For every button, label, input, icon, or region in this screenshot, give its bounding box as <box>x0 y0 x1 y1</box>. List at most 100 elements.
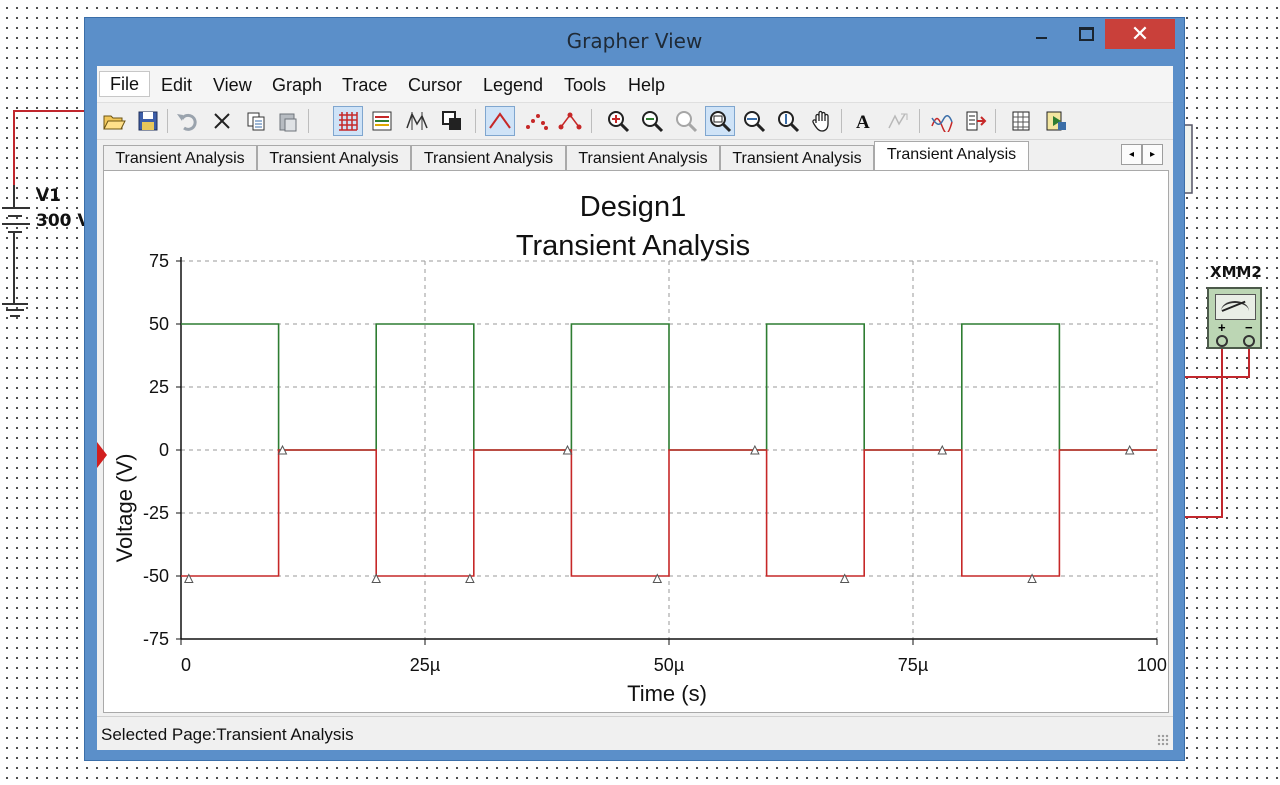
chevron-right-icon: ▸ <box>1149 149 1156 160</box>
source-name-label: V1 <box>36 186 61 206</box>
trace-properties-icon[interactable] <box>927 106 957 136</box>
cut-icon[interactable] <box>207 106 237 136</box>
x-tick-label: 75µ <box>898 655 928 675</box>
toolbar-separator <box>167 109 168 133</box>
y-tick-label: -25 <box>143 503 169 523</box>
x-tick-label: 25µ <box>410 655 440 675</box>
close-icon: ✕ <box>1130 21 1150 46</box>
meter-face-icon <box>1215 294 1256 320</box>
menu-tools[interactable]: Tools <box>562 73 608 97</box>
y-tick-label: -75 <box>143 629 169 649</box>
series-markers <box>183 444 1135 584</box>
line-trace-icon[interactable] <box>485 106 515 136</box>
copy-icon[interactable] <box>241 106 271 136</box>
menu-bar: File Edit View Graph Trace Cursor Legend… <box>97 66 1173 103</box>
toolbar-separator <box>919 109 920 133</box>
tab-transient-analysis-3[interactable]: Transient Analysis <box>411 145 566 170</box>
tab-transient-analysis-4[interactable]: Transient Analysis <box>566 145 720 170</box>
export-icon[interactable] <box>961 106 991 136</box>
print-preview-icon[interactable] <box>1007 106 1037 136</box>
save-icon[interactable] <box>133 106 163 136</box>
tab-transient-analysis-5[interactable]: Transient Analysis <box>720 145 874 170</box>
x-tick-label: 100µ <box>1137 655 1168 675</box>
legend-icon[interactable] <box>367 106 397 136</box>
y-tick-label: 50 <box>149 314 169 334</box>
y-tick-label: 75 <box>149 251 169 271</box>
dots-trace-icon[interactable] <box>521 106 551 136</box>
title-bar[interactable]: Grapher View ✕ <box>85 18 1184 66</box>
zoom-out-icon[interactable] <box>637 106 667 136</box>
y-tick-label: -50 <box>143 566 169 586</box>
y-axis-label: Voltage (V) <box>112 454 137 563</box>
x-axis-label: Time (s) <box>627 681 707 706</box>
tab-transient-analysis-6[interactable]: Transient Analysis <box>874 141 1029 171</box>
meter-plus-label: + <box>1218 320 1226 335</box>
axes <box>176 257 1158 645</box>
chart-title: Design1 <box>580 191 686 223</box>
svg-text:A: A <box>856 112 870 132</box>
paste-icon[interactable] <box>273 106 303 136</box>
x-tick-label: 0 <box>181 655 191 675</box>
grid-icon[interactable] <box>333 106 363 136</box>
tab-scroll-right-button[interactable]: ▸ <box>1142 144 1163 165</box>
menu-file[interactable]: File <box>99 71 151 97</box>
cursors-icon[interactable] <box>402 106 432 136</box>
toolbar-separator <box>475 109 476 133</box>
zoom-full-icon[interactable] <box>671 106 701 136</box>
zoom-y-icon[interactable] <box>773 106 803 136</box>
y-tick-label: 25 <box>149 377 169 397</box>
multimeter[interactable]: + − <box>1207 287 1262 349</box>
window-title: Grapher View <box>566 29 703 53</box>
text-icon[interactable]: A <box>849 106 879 136</box>
maximize-button[interactable] <box>1070 19 1103 49</box>
close-button[interactable]: ✕ <box>1105 19 1175 49</box>
meter-plus-terminal[interactable] <box>1216 335 1228 347</box>
window-client: File Edit View Graph Trace Cursor Legend… <box>97 66 1177 750</box>
menu-graph[interactable]: Graph <box>270 73 324 97</box>
overlay-icon[interactable] <box>437 106 467 136</box>
tick-labels: 75 50 25 0 -25 -50 -75 0 25µ 50µ 75µ 100µ <box>143 251 1177 675</box>
toolbar-separator <box>841 109 842 133</box>
disabled-text-icon[interactable] <box>883 106 913 136</box>
toolbar-separator <box>995 109 996 133</box>
toolbar-separator <box>591 109 592 133</box>
chevron-left-icon: ◂ <box>1128 149 1135 160</box>
menu-help[interactable]: Help <box>626 73 667 97</box>
status-bar: Selected Page:Transient Analysis <box>97 716 1173 750</box>
menu-edit[interactable]: Edit <box>159 73 194 97</box>
pan-icon[interactable] <box>807 106 837 136</box>
menu-legend[interactable]: Legend <box>481 73 545 97</box>
chart-subtitle: Transient Analysis <box>516 230 750 262</box>
menu-view[interactable]: View <box>211 73 254 97</box>
source-value-label: 300 V <box>36 211 91 231</box>
selected-page-marker <box>97 442 107 468</box>
resize-grip-icon[interactable] <box>1157 734 1169 746</box>
menu-trace[interactable]: Trace <box>340 73 389 97</box>
page-tabs: Transient Analysis Transient Analysis Tr… <box>97 140 1173 171</box>
tab-transient-analysis-2[interactable]: Transient Analysis <box>257 145 411 170</box>
series-lines <box>181 323 1157 577</box>
meter-name-label: XMM2 <box>1210 263 1262 281</box>
transient-chart[interactable]: Design1 Transient Analysis Voltage (V) T… <box>104 171 1177 712</box>
graph-page[interactable]: Design1 Transient Analysis Voltage (V) T… <box>97 170 1177 713</box>
grapher-window: Grapher View ✕ File Edit View Graph Trac… <box>84 17 1185 761</box>
menu-cursor[interactable]: Cursor <box>406 73 464 97</box>
zoom-area-icon[interactable] <box>705 106 735 136</box>
meter-minus-label: − <box>1245 320 1253 335</box>
meter-minus-terminal[interactable] <box>1243 335 1255 347</box>
maximize-icon <box>1079 27 1094 41</box>
x-tick-label: 50µ <box>654 655 684 675</box>
zoom-x-icon[interactable] <box>739 106 769 136</box>
minimize-button[interactable] <box>1025 19 1058 49</box>
voltage-source-symbol <box>2 185 30 317</box>
tab-transient-analysis-1[interactable]: Transient Analysis <box>103 145 257 170</box>
tab-scroll-left-button[interactable]: ◂ <box>1121 144 1142 165</box>
toolbar: A <box>97 103 1173 140</box>
open-icon[interactable] <box>99 106 129 136</box>
export-data-icon[interactable] <box>1041 106 1071 136</box>
status-text: Selected Page:Transient Analysis <box>101 725 354 744</box>
minimize-icon <box>1036 37 1047 39</box>
undo-icon[interactable] <box>173 106 203 136</box>
line-dots-icon[interactable] <box>555 106 585 136</box>
zoom-in-icon[interactable] <box>603 106 633 136</box>
